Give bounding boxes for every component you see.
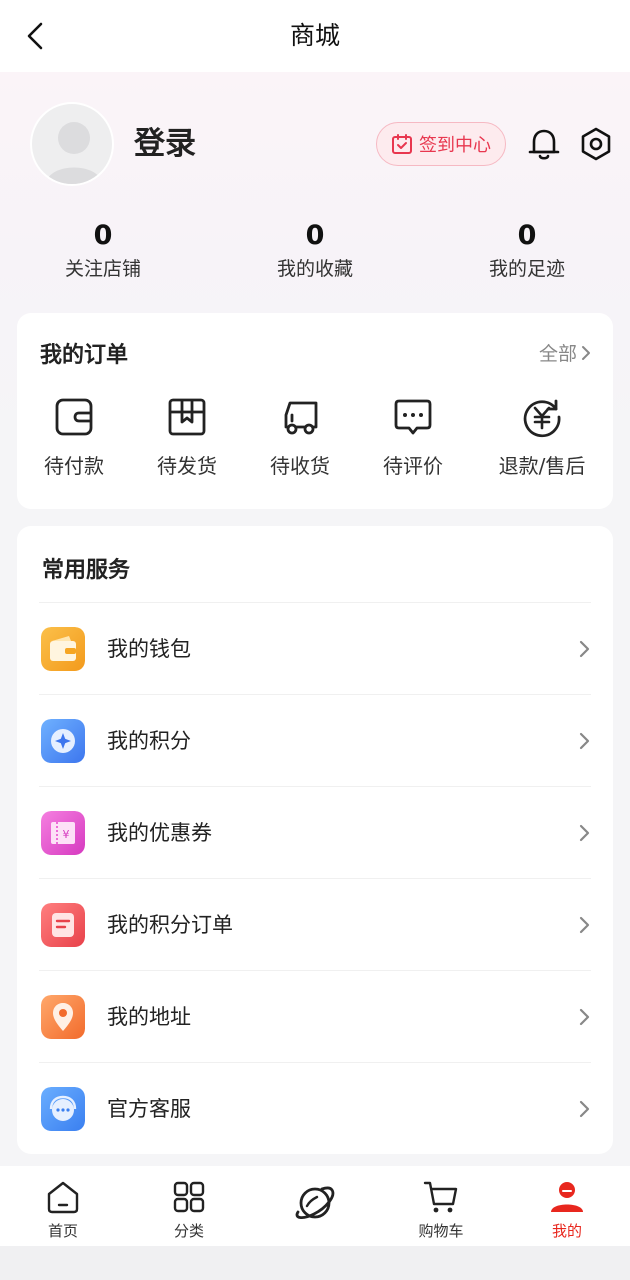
order-status-label: 退款/售后 <box>498 454 586 478</box>
chevron-right-icon <box>582 345 590 360</box>
stat-value: 0 <box>517 220 537 251</box>
svg-text:¥: ¥ <box>63 828 70 841</box>
order-status-label: 待评价 <box>383 454 443 478</box>
stat-value: 0 <box>93 220 113 251</box>
service-row-customer-service[interactable]: 官方客服 <box>39 1062 591 1154</box>
avatar[interactable] <box>30 102 114 186</box>
settings-gear-icon[interactable] <box>576 124 616 164</box>
service-row-wallet[interactable]: 我的钱包 <box>39 602 591 694</box>
home-icon <box>47 1181 79 1214</box>
tab-label: 分类 <box>173 1222 204 1240</box>
stat-favorites[interactable]: 0 我的收藏 <box>235 218 395 284</box>
login-link[interactable]: 登录 <box>134 124 196 164</box>
service-row-points-orders[interactable]: 我的积分订单 <box>39 878 591 970</box>
points-order-icon <box>41 903 85 947</box>
page-title: 商城 <box>289 21 340 50</box>
top-nav-bar: 商城 <box>0 0 630 72</box>
order-status-label: 待发货 <box>157 454 217 478</box>
service-label: 我的地址 <box>107 1005 191 1029</box>
chevron-right-icon <box>579 1100 590 1118</box>
service-row-coupons[interactable]: ¥ 我的优惠券 <box>39 786 591 878</box>
service-row-points[interactable]: 我的积分 <box>39 694 591 786</box>
service-label: 我的优惠券 <box>107 821 212 845</box>
view-all-label: 全部 <box>538 343 577 365</box>
customer-service-icon <box>41 1087 85 1131</box>
order-status-label: 待收货 <box>270 454 330 478</box>
planet-icon <box>295 1186 335 1219</box>
chevron-right-icon <box>579 824 590 842</box>
tab-discover[interactable] <box>275 1180 355 1232</box>
order-pending-payment[interactable]: 待付款 <box>14 395 134 479</box>
points-icon <box>41 719 85 763</box>
tab-label: 我的 <box>551 1222 582 1240</box>
service-row-address[interactable]: 我的地址 <box>39 970 591 1062</box>
tab-label: 首页 <box>47 1222 78 1240</box>
chevron-right-icon <box>579 916 590 934</box>
chevron-right-icon <box>579 732 590 750</box>
tab-home[interactable]: 首页 <box>23 1178 103 1240</box>
stat-value: 0 <box>305 220 325 251</box>
stat-followed-shops[interactable]: 0 关注店铺 <box>23 218 183 284</box>
order-pending-receipt[interactable]: 待收货 <box>240 395 360 479</box>
service-label: 我的积分订单 <box>107 913 233 937</box>
stat-label: 我的收藏 <box>276 258 353 280</box>
orders-title: 我的订单 <box>40 343 129 368</box>
bottom-tab-bar: 首页 分类 购物车 我的 <box>0 1166 630 1246</box>
common-services-card: 常用服务 我的钱包 我的积分 ¥ 我的优惠券 我的积分订单 我的地址 官方客服 <box>17 526 613 1154</box>
service-label: 我的积分 <box>107 729 191 753</box>
bottom-safe-area <box>0 1246 630 1280</box>
chevron-right-icon <box>579 640 590 658</box>
order-pending-shipment[interactable]: 待发货 <box>127 395 247 479</box>
signin-center-label: 签到中心 <box>419 135 491 156</box>
tab-mine[interactable]: 我的 <box>527 1178 607 1240</box>
stat-label: 关注店铺 <box>64 258 141 280</box>
chevron-right-icon <box>579 1008 590 1026</box>
tab-category[interactable]: 分类 <box>149 1178 229 1240</box>
coupon-icon: ¥ <box>41 811 85 855</box>
stat-label: 我的足迹 <box>488 258 565 280</box>
truck-icon <box>284 401 318 435</box>
box-icon <box>168 398 206 436</box>
services-title: 常用服务 <box>42 558 131 583</box>
tab-cart[interactable]: 购物车 <box>401 1178 481 1240</box>
calendar-check-icon <box>392 134 412 154</box>
order-refund-aftersale[interactable]: 退款/售后 <box>482 395 602 479</box>
my-orders-card: 我的订单 全部 待付款 待发货 待收货 待评价 退款/售后 <box>17 313 613 509</box>
service-label: 官方客服 <box>107 1097 191 1121</box>
order-status-label: 待付款 <box>44 454 104 478</box>
tab-label: 购物车 <box>418 1222 464 1240</box>
profile-stats: 0 关注店铺 0 我的收藏 0 我的足迹 <box>0 218 630 288</box>
profile-icon <box>551 1182 583 1212</box>
notification-bell-icon[interactable] <box>524 124 564 164</box>
service-label: 我的钱包 <box>107 637 191 661</box>
wallet-icon <box>55 398 93 436</box>
cart-icon <box>423 1181 458 1213</box>
comment-icon <box>394 399 432 435</box>
refund-icon <box>523 399 561 438</box>
stat-footprints[interactable]: 0 我的足迹 <box>447 218 607 284</box>
default-avatar-icon <box>46 122 102 184</box>
category-icon <box>173 1181 205 1213</box>
orders-view-all-link[interactable]: 全部 <box>539 339 591 366</box>
order-pending-review[interactable]: 待评价 <box>353 395 473 479</box>
signin-center-button[interactable]: 签到中心 <box>376 122 506 166</box>
location-icon <box>41 995 85 1039</box>
wallet-icon <box>41 627 85 671</box>
